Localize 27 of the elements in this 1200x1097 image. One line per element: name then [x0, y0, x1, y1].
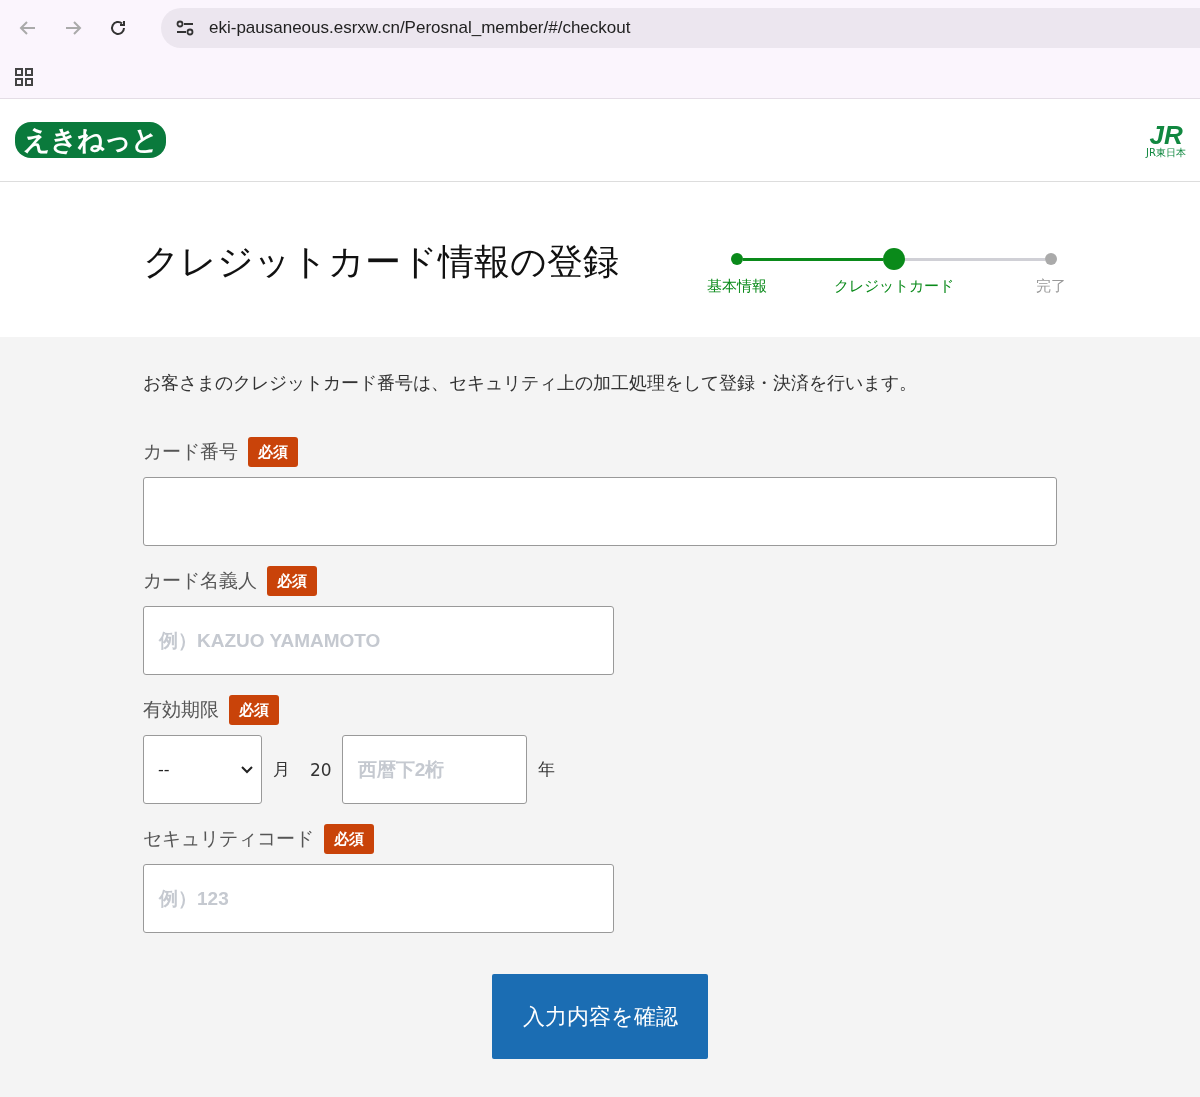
- required-badge: 必須: [229, 695, 279, 725]
- field-label: 有効期限: [143, 697, 219, 722]
- required-badge: 必須: [248, 437, 298, 467]
- step-label: 基本情報: [706, 277, 767, 296]
- confirm-button[interactable]: 入力内容を確認: [492, 974, 708, 1059]
- step-label: クレジットカード: [833, 277, 954, 296]
- url-text: eki-pausaneous.esrxw.cn/Perosnal_member/#/checkout: [209, 18, 631, 38]
- brand-caption: JR東日本: [1146, 146, 1186, 158]
- month-unit: 月: [273, 758, 290, 781]
- site-logo[interactable]: えきねっと: [15, 122, 166, 158]
- intro-text: お客さまのクレジットカード番号は、セキュリティ上の加工処理をして登録・決済を行います。: [143, 371, 918, 395]
- text-input-field[interactable]: [143, 477, 1057, 546]
- chevron-icon: [241, 765, 253, 774]
- required-badge: 必須: [324, 824, 374, 854]
- field-label: カード番号: [143, 439, 238, 464]
- address-bar[interactable]: eki-pausaneous.esrxw.cn/Perosnal_member/#/checkout: [161, 8, 1200, 48]
- year-prefix: 20: [310, 759, 332, 780]
- month-select[interactable]: --: [143, 735, 262, 804]
- field-label: セキュリティコード: [143, 826, 314, 851]
- site-settings-icon[interactable]: [175, 18, 195, 38]
- year-unit: 年: [537, 758, 555, 781]
- brand-logo: JR: [1149, 122, 1183, 147]
- page-title: クレジットカード情報の登録: [143, 240, 619, 284]
- required-badge: 必須: [267, 566, 317, 596]
- step-label: 完了: [1035, 277, 1066, 296]
- field-label: カード名義人: [143, 568, 257, 593]
- apps-icon[interactable]: [15, 67, 34, 87]
